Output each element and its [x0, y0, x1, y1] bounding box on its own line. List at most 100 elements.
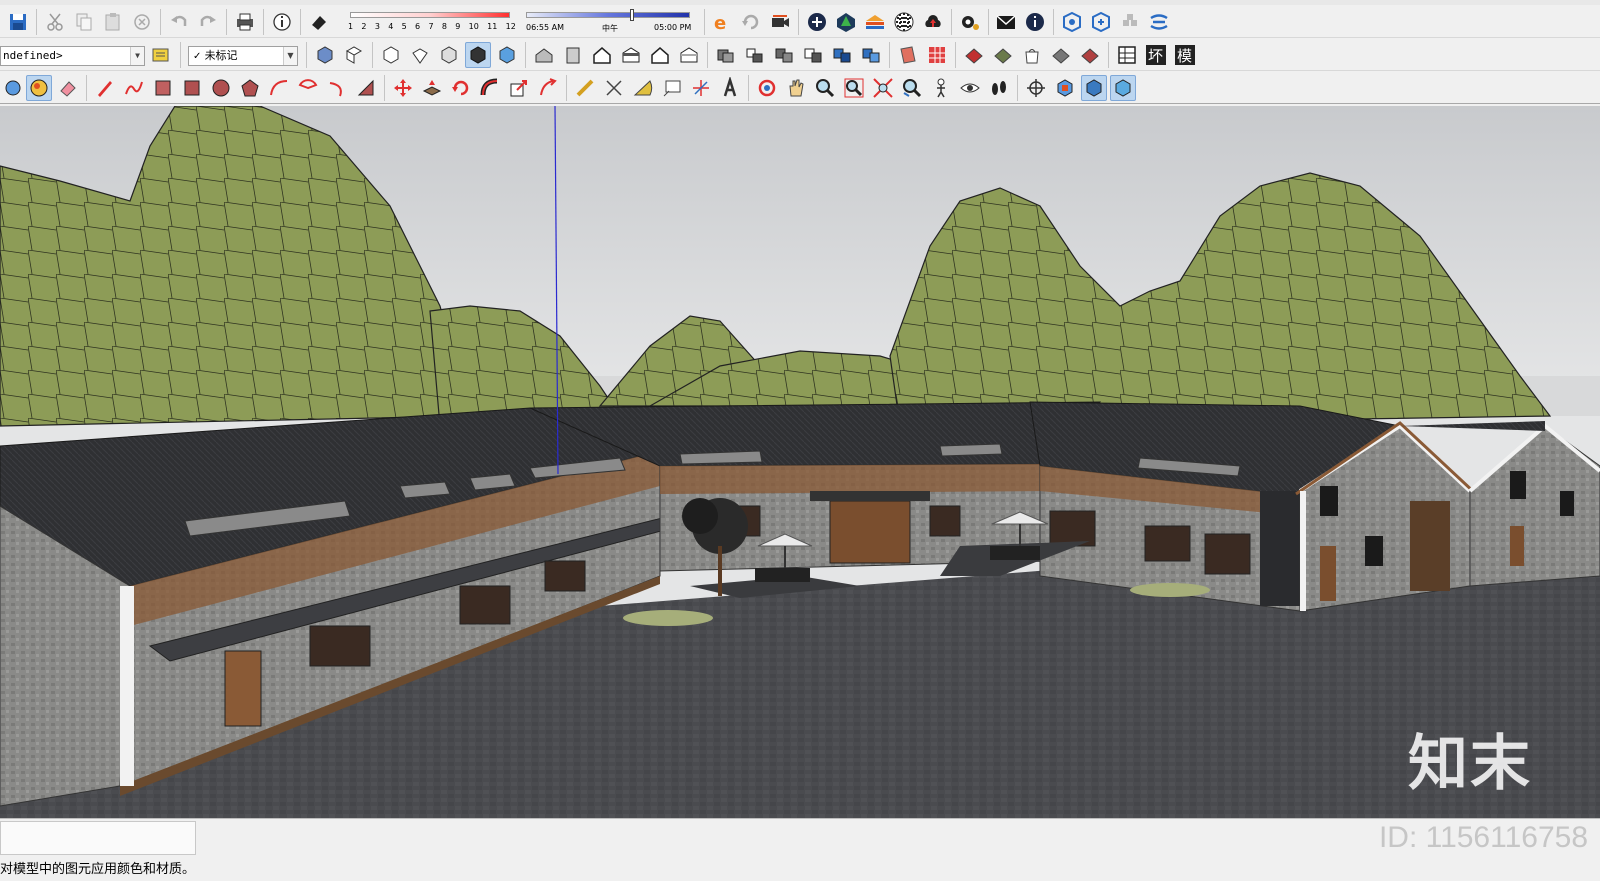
text-icon[interactable] — [659, 75, 685, 101]
mail-icon[interactable] — [993, 9, 1019, 35]
section-fill-icon[interactable] — [1110, 75, 1136, 101]
plugin-e-icon[interactable]: e — [709, 9, 735, 35]
look-around-icon[interactable] — [957, 75, 983, 101]
left-view-icon[interactable] — [465, 42, 491, 68]
pan-icon[interactable] — [783, 75, 809, 101]
info-icon[interactable] — [1022, 9, 1048, 35]
component-icon[interactable] — [1059, 9, 1085, 35]
wireframe-icon[interactable] — [531, 42, 557, 68]
model-info-icon[interactable] — [269, 9, 295, 35]
bag-icon[interactable] — [1019, 42, 1045, 68]
layer-dropdown[interactable]: ndefined> ▼ — [0, 46, 145, 66]
monochrome-icon[interactable] — [676, 42, 702, 68]
flatten-icon[interactable] — [1048, 42, 1074, 68]
axes-icon[interactable] — [688, 75, 714, 101]
material-icon[interactable] — [742, 42, 768, 68]
print-icon[interactable] — [232, 9, 258, 35]
offset-icon[interactable] — [535, 75, 561, 101]
redo-icon[interactable] — [195, 9, 221, 35]
erase-icon[interactable] — [129, 9, 155, 35]
xray-icon[interactable] — [494, 42, 520, 68]
model-tool[interactable]: 模 — [1172, 42, 1198, 68]
copy-icon[interactable] — [71, 9, 97, 35]
paint-bucket-icon[interactable] — [26, 75, 52, 101]
eraser-icon[interactable] — [306, 9, 332, 35]
circle-icon[interactable] — [208, 75, 234, 101]
section-plane-icon[interactable] — [1023, 75, 1049, 101]
follow-me-icon[interactable] — [477, 75, 503, 101]
eraser2-icon[interactable] — [55, 75, 81, 101]
sandbox-icon[interactable] — [829, 42, 855, 68]
chevron-down-icon[interactable]: ▼ — [283, 47, 297, 65]
undo-icon[interactable] — [166, 9, 192, 35]
section-cut-icon[interactable] — [1081, 75, 1107, 101]
scale-icon[interactable] — [506, 75, 532, 101]
texture2-icon[interactable] — [895, 42, 921, 68]
tag-dropdown[interactable]: ✓ 未标记 ▼ — [188, 46, 298, 66]
rectangle-icon[interactable] — [150, 75, 176, 101]
paste-icon[interactable] — [100, 9, 126, 35]
model-viewport[interactable]: 知末 — [0, 106, 1600, 818]
arc-icon[interactable] — [266, 75, 292, 101]
table-icon[interactable] — [1114, 42, 1140, 68]
house2-icon[interactable] — [618, 42, 644, 68]
terrain-edit-icon[interactable] — [990, 42, 1016, 68]
add-icon[interactable] — [804, 9, 830, 35]
shadow-date-slider[interactable]: 1 2 3 4 5 6 7 8 9 10 11 12 — [346, 8, 516, 36]
orbit-icon[interactable] — [754, 75, 780, 101]
previous-icon[interactable] — [899, 75, 925, 101]
position-camera-icon[interactable] — [928, 75, 954, 101]
bucket-icon[interactable] — [858, 42, 884, 68]
polygon-icon[interactable] — [237, 75, 263, 101]
measurements-box[interactable] — [0, 821, 196, 855]
bad-face-tool[interactable]: 坏 — [1143, 42, 1169, 68]
push-pull-icon[interactable] — [419, 75, 445, 101]
tape-measure-icon[interactable] — [572, 75, 598, 101]
rotated-rect-icon[interactable] — [179, 75, 205, 101]
display-section-icon[interactable] — [1052, 75, 1078, 101]
zoom-icon[interactable] — [812, 75, 838, 101]
sync-icon[interactable] — [1146, 9, 1172, 35]
zoom-window-icon[interactable] — [841, 75, 867, 101]
paint-red-icon[interactable] — [961, 42, 987, 68]
tree-icon[interactable] — [833, 9, 859, 35]
refresh-icon[interactable] — [738, 9, 764, 35]
camera-icon[interactable] — [767, 9, 793, 35]
cut-icon[interactable] — [42, 9, 68, 35]
walk-icon[interactable] — [986, 75, 1012, 101]
drape-icon[interactable] — [1077, 42, 1103, 68]
layers-icon[interactable] — [862, 9, 888, 35]
cloud-upload-icon[interactable] — [920, 9, 946, 35]
section-icon[interactable] — [560, 42, 586, 68]
iso-view-icon[interactable] — [312, 42, 338, 68]
time-slider-thumb[interactable] — [630, 9, 634, 21]
arc3-icon[interactable] — [353, 75, 379, 101]
rotate-icon[interactable] — [448, 75, 474, 101]
arc2-icon[interactable] — [324, 75, 350, 101]
pie-icon[interactable] — [295, 75, 321, 101]
shadow-time-slider[interactable]: 06:55 AM 中午 05:00 PM — [524, 8, 694, 36]
right-view-icon[interactable] — [407, 42, 433, 68]
dimension-icon[interactable] — [601, 75, 627, 101]
checker-icon[interactable] — [891, 9, 917, 35]
extension-icon[interactable] — [1117, 9, 1143, 35]
3d-text-icon[interactable] — [717, 75, 743, 101]
freehand-icon[interactable] — [121, 75, 147, 101]
front-view-icon[interactable] — [378, 42, 404, 68]
pencil-icon[interactable] — [92, 75, 118, 101]
settings-icon[interactable] — [957, 9, 983, 35]
layer-manager-icon[interactable] — [148, 42, 174, 68]
terrain-icon[interactable] — [800, 42, 826, 68]
grid-icon[interactable] — [771, 42, 797, 68]
move-icon[interactable] — [390, 75, 416, 101]
solid-icon[interactable] — [647, 42, 673, 68]
red-icon[interactable] — [924, 42, 950, 68]
protractor-icon[interactable] — [630, 75, 656, 101]
back-view-icon[interactable] — [436, 42, 462, 68]
top-view-icon[interactable] — [341, 42, 367, 68]
save-icon[interactable] — [5, 9, 31, 35]
chevron-down-icon[interactable]: ▼ — [130, 47, 144, 65]
component2-icon[interactable] — [1088, 9, 1114, 35]
house-icon[interactable] — [589, 42, 615, 68]
select-icon[interactable] — [0, 75, 26, 101]
